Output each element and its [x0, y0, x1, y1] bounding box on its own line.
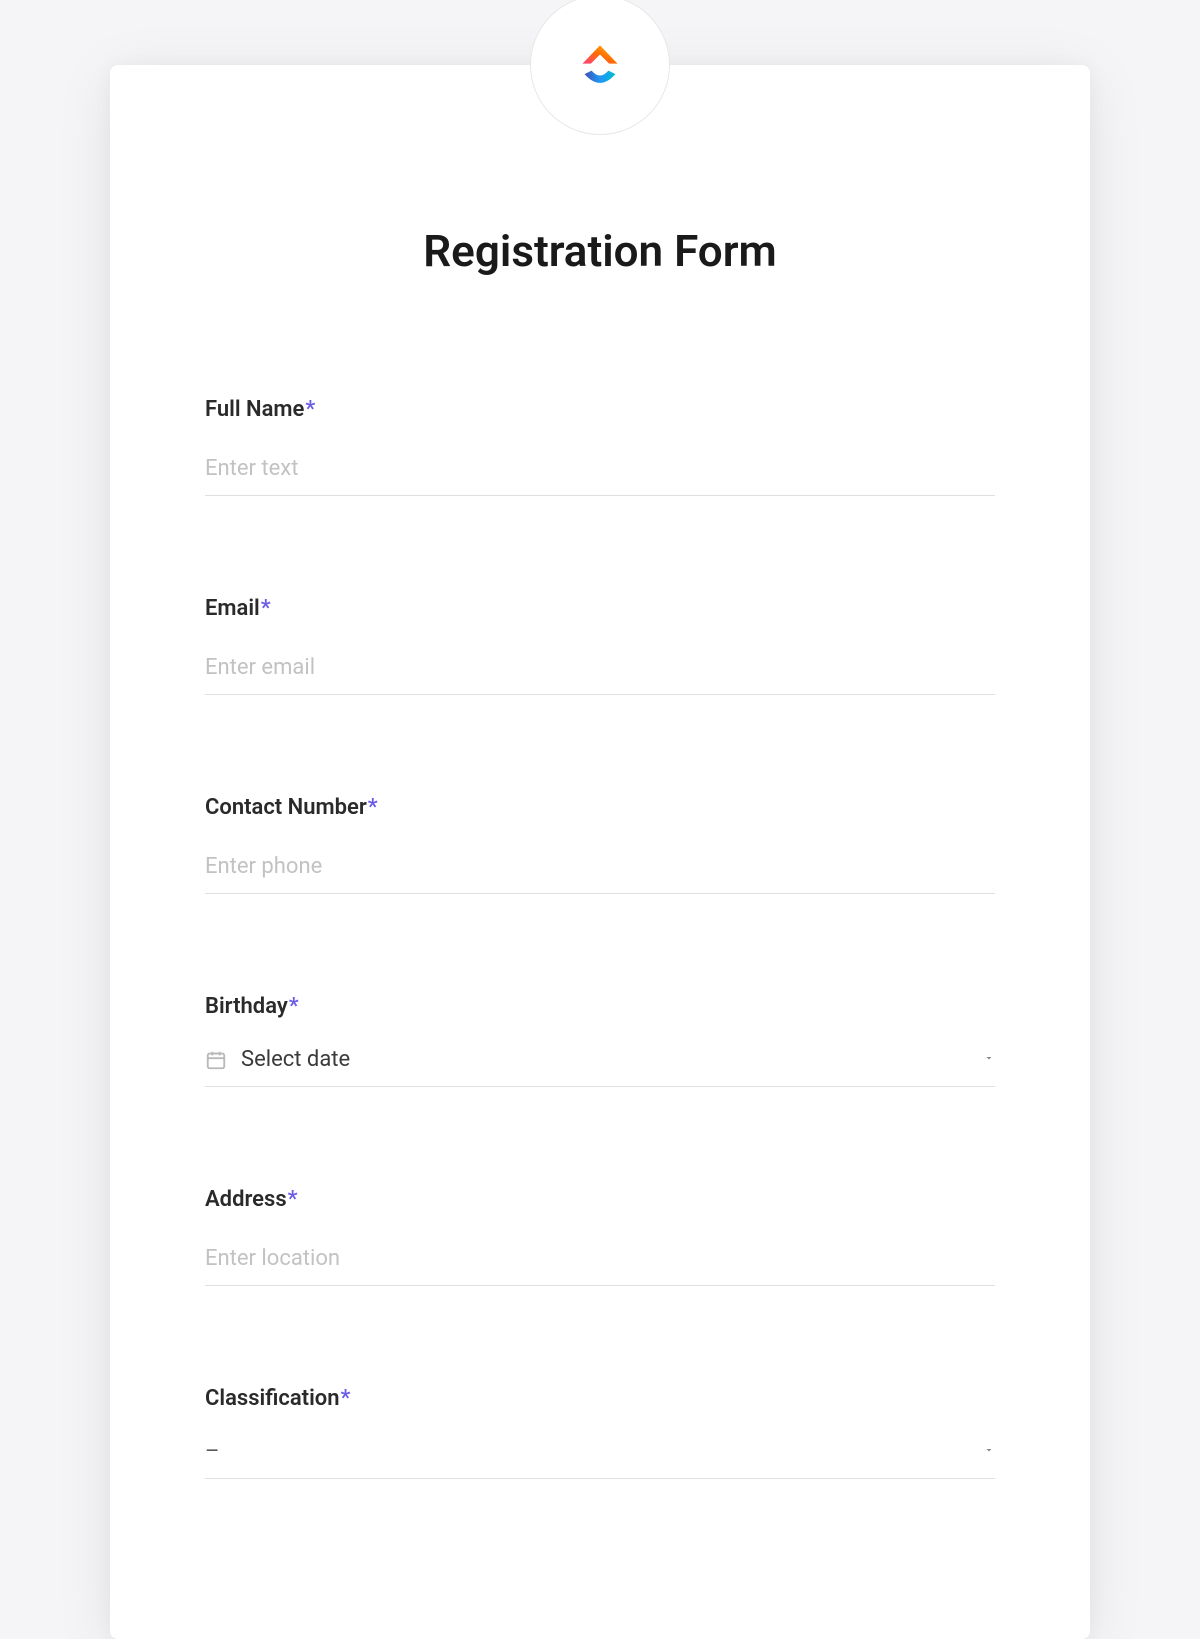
calendar-icon — [205, 1049, 227, 1071]
classification-placeholder-text: – — [205, 1439, 983, 1464]
full-name-label-text: Full Name — [205, 397, 304, 422]
address-input[interactable] — [205, 1236, 995, 1286]
birthday-placeholder-text: Select date — [241, 1047, 983, 1072]
address-field: Address* — [205, 1187, 995, 1286]
contact-number-field: Contact Number* — [205, 795, 995, 894]
registration-form-card: Registration Form Full Name* Email* Cont… — [110, 65, 1090, 1639]
classification-dropdown[interactable]: – — [205, 1435, 995, 1479]
clickup-logo-icon — [565, 30, 635, 100]
classification-label-text: Classification — [205, 1386, 340, 1411]
email-label: Email* — [205, 596, 995, 621]
chevron-down-icon — [983, 1052, 995, 1068]
classification-label: Classification* — [205, 1386, 995, 1411]
required-marker: * — [305, 397, 315, 422]
contact-number-label-text: Contact Number — [205, 795, 367, 820]
contact-number-input[interactable] — [205, 844, 995, 894]
email-input[interactable] — [205, 645, 995, 695]
required-marker: * — [341, 1386, 351, 1411]
email-field: Email* — [205, 596, 995, 695]
birthday-label: Birthday* — [205, 994, 995, 1019]
required-marker: * — [289, 994, 299, 1019]
full-name-input[interactable] — [205, 446, 995, 496]
full-name-label: Full Name* — [205, 397, 995, 422]
address-label-text: Address — [205, 1187, 287, 1212]
full-name-field: Full Name* — [205, 397, 995, 496]
birthday-date-picker[interactable]: Select date — [205, 1043, 995, 1087]
classification-field: Classification* – — [205, 1386, 995, 1479]
required-marker: * — [368, 795, 378, 820]
required-marker: * — [261, 596, 271, 621]
chevron-down-icon — [983, 1444, 995, 1460]
form-title: Registration Form — [205, 225, 995, 277]
birthday-field: Birthday* Select date — [205, 994, 995, 1087]
required-marker: * — [288, 1187, 298, 1212]
address-label: Address* — [205, 1187, 995, 1212]
contact-number-label: Contact Number* — [205, 795, 995, 820]
email-label-text: Email — [205, 596, 260, 621]
birthday-label-text: Birthday — [205, 994, 288, 1019]
logo-badge — [530, 0, 670, 135]
